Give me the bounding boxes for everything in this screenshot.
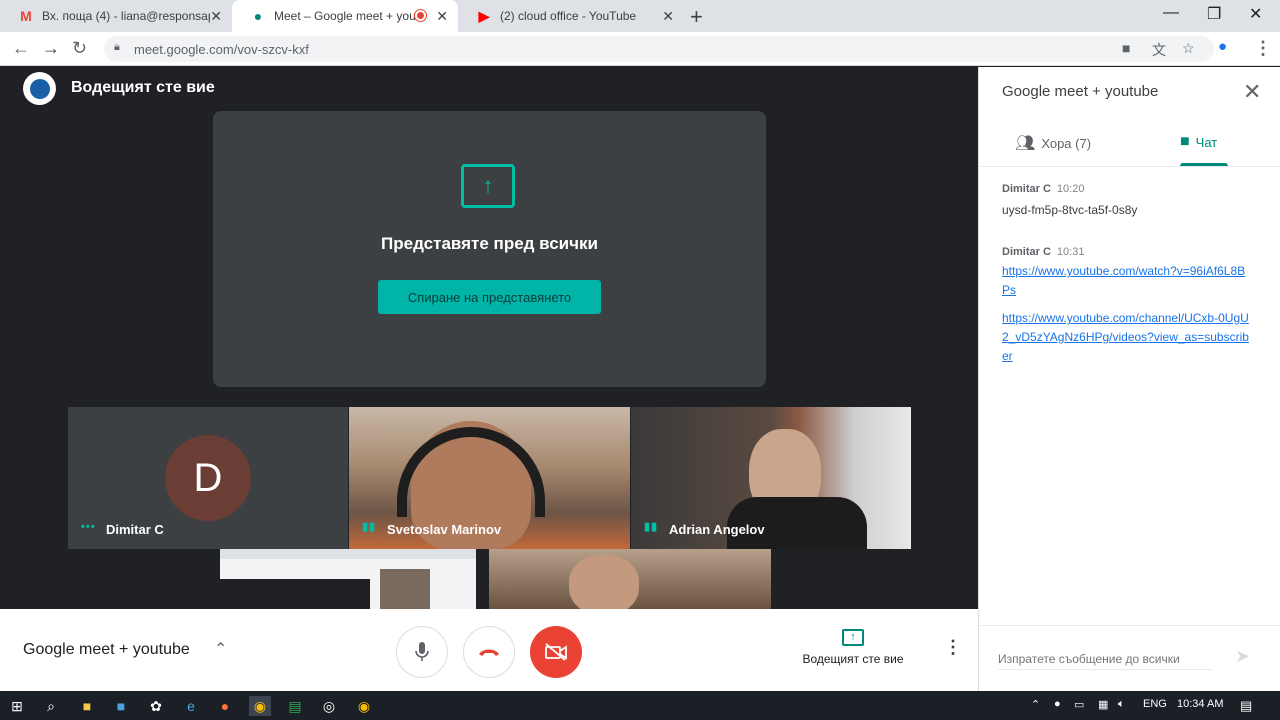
edge-icon[interactable]: e (180, 696, 202, 716)
hangup-icon (479, 649, 499, 656)
tab-meet[interactable]: ● Meet – Google meet + youtu... ✕ (232, 0, 458, 32)
chat-message: Dimitar C 10:31 https://www.youtube.com/w… (1002, 244, 1252, 366)
file-explorer-icon[interactable]: ■ (76, 696, 98, 716)
close-window-icon[interactable]: ✕ (1249, 4, 1262, 24)
microphone-icon: ● (1054, 698, 1061, 710)
chat-compose: ➤ (979, 625, 1280, 691)
network-icon: ▦ (1098, 699, 1109, 711)
meeting-controls-bar: Google meet + youtube ⌃ ↑ Водещият сте в… (0, 609, 978, 691)
people-icon: 👥︎ (1015, 135, 1036, 152)
address-bar[interactable]: 🔒︎ meet.google.com/vov-szcv-kxf ■ 文 ☆ (104, 36, 1214, 62)
audio-level-icon: ▮▮ (362, 521, 377, 533)
chrome-icon[interactable]: ◉ (249, 696, 271, 716)
headphones-shape (397, 427, 545, 517)
menu-kebab-icon[interactable]: ⋮ (1254, 38, 1272, 59)
gmail-icon: M (20, 8, 32, 24)
search-icon[interactable]: ⌕ (40, 696, 62, 716)
language-indicator[interactable]: ENG (1143, 698, 1167, 710)
back-icon[interactable]: ← (12, 38, 30, 59)
lock-icon: 🔒︎ (114, 41, 120, 53)
audio-level-icon: ▮▮ (644, 521, 659, 533)
stop-presenting-button[interactable]: Спиране на представянето (378, 280, 601, 314)
reload-icon[interactable]: ↻ (72, 38, 87, 59)
avatar: D (165, 435, 251, 521)
tray-chevron-icon[interactable]: ⌃ (1031, 698, 1040, 711)
participant-tile[interactable] (489, 549, 771, 609)
presenting-message: Представяте пред всички (381, 234, 598, 253)
participant-tile[interactable]: ▮▮ Svetoslav Marinov (349, 407, 630, 549)
bookmark-star-icon[interactable]: ☆ (1182, 40, 1195, 57)
restore-icon[interactable]: ❐ (1207, 4, 1221, 24)
volume-icon: 🔈︎ (1118, 698, 1125, 710)
battery-icon: ▭ (1074, 699, 1085, 711)
browser-tab-strip: M Вх. поща (4) - liana@responsapr... ✕ ●… (0, 0, 1280, 32)
chat-icon: ■ (1180, 133, 1190, 150)
notifications-icon[interactable]: ▤ (1240, 698, 1252, 714)
clock[interactable]: 10:34 AM (1177, 698, 1223, 710)
recording-icon (415, 10, 426, 21)
youtube-icon: ▶ (478, 7, 490, 24)
forward-icon[interactable]: → (42, 38, 60, 59)
windows-taskbar: ⊞ ⌕ ■ ■ ✿ e ● ◉ ▤ ◎ ◉ ⌃ ● ▭ ▦ 🔈︎ ENG 10:… (0, 691, 1280, 720)
close-icon[interactable]: ✕ (1243, 79, 1261, 105)
camera-toggle-button[interactable] (530, 626, 582, 678)
participant-tile[interactable]: D ••• Dimitar C (68, 407, 348, 549)
settings-icon[interactable]: ✿ (145, 696, 167, 716)
tab-chat[interactable]: ■ Чат (1180, 133, 1217, 151)
leave-call-button[interactable] (463, 626, 515, 678)
chevron-up-icon[interactable]: ⌃ (214, 639, 227, 659)
organization-logo (23, 72, 56, 105)
send-icon[interactable]: ➤ (1235, 646, 1250, 667)
firefox-icon[interactable]: ● (214, 696, 236, 716)
chrome-icon[interactable]: ◉ (353, 696, 375, 716)
close-tab-icon[interactable]: ✕ (436, 8, 448, 25)
more-options-icon[interactable]: ⋮ (944, 637, 962, 658)
profile-icon[interactable]: ● (1218, 38, 1227, 55)
microphone-icon (415, 642, 429, 661)
speaking-dots-icon: ••• (81, 521, 96, 533)
sheets-icon[interactable]: ▤ (284, 696, 306, 716)
new-tab-icon[interactable]: + (690, 4, 703, 30)
tab-people[interactable]: 👥︎ Хора (7) (1015, 133, 1091, 153)
participant-tile-screen[interactable] (220, 549, 476, 609)
camera-icon[interactable]: ■ (1122, 40, 1130, 56)
minimize-icon[interactable]: — (1163, 4, 1179, 22)
outlook-icon[interactable]: ■ (110, 696, 132, 716)
translate-icon[interactable]: 文 (1152, 40, 1166, 60)
meet-icon: ● (253, 8, 263, 24)
meeting-stage: Водещият сте вие ↑ Представяте пред всич… (0, 67, 978, 609)
tab-youtube[interactable]: ▶ (2) cloud office - YouTube ✕ (458, 0, 684, 32)
microphone-button[interactable] (396, 626, 448, 678)
chat-message: Dimitar C 10:20 uysd-fm5p-8tvc-ta5f-0s8y (1002, 183, 1138, 217)
close-tab-icon[interactable]: ✕ (210, 8, 222, 25)
meeting-title[interactable]: Google meet + youtube (23, 641, 190, 659)
close-tab-icon[interactable]: ✕ (662, 8, 674, 25)
obs-icon[interactable]: ◎ (318, 696, 340, 716)
tab-gmail[interactable]: M Вх. поща (4) - liana@responsapr... ✕ (0, 0, 232, 32)
chat-panel: Google meet + youtube ✕ 👥︎ Хора (7) ■ Ча… (978, 67, 1280, 691)
present-screen-icon: ↑ (842, 629, 864, 646)
participant-tile[interactable]: ▮▮ Adrian Angelov (631, 407, 911, 549)
browser-toolbar: ← → ↻ 🔒︎ meet.google.com/vov-szcv-kxf ■ … (0, 32, 1280, 66)
youtube-channel-link[interactable]: https://www.youtube.com/channel/UCxb-0Ug… (1002, 309, 1252, 366)
camera-off-icon (545, 643, 567, 661)
present-screen-icon: ↑ (461, 164, 515, 208)
chat-message-input[interactable] (998, 648, 1212, 670)
presenter-title: Водещият сте вие (71, 79, 215, 96)
windows-start-icon[interactable]: ⊞ (6, 696, 28, 716)
present-now-button[interactable]: ↑ Водещият сте вие (790, 629, 916, 666)
youtube-watch-link[interactable]: https://www.youtube.com/watch?v=96iAf6L8… (1002, 262, 1252, 300)
presenting-card: ↑ Представяте пред всички Спиране на пре… (213, 111, 766, 387)
panel-title: Google meet + youtube (1002, 83, 1159, 100)
